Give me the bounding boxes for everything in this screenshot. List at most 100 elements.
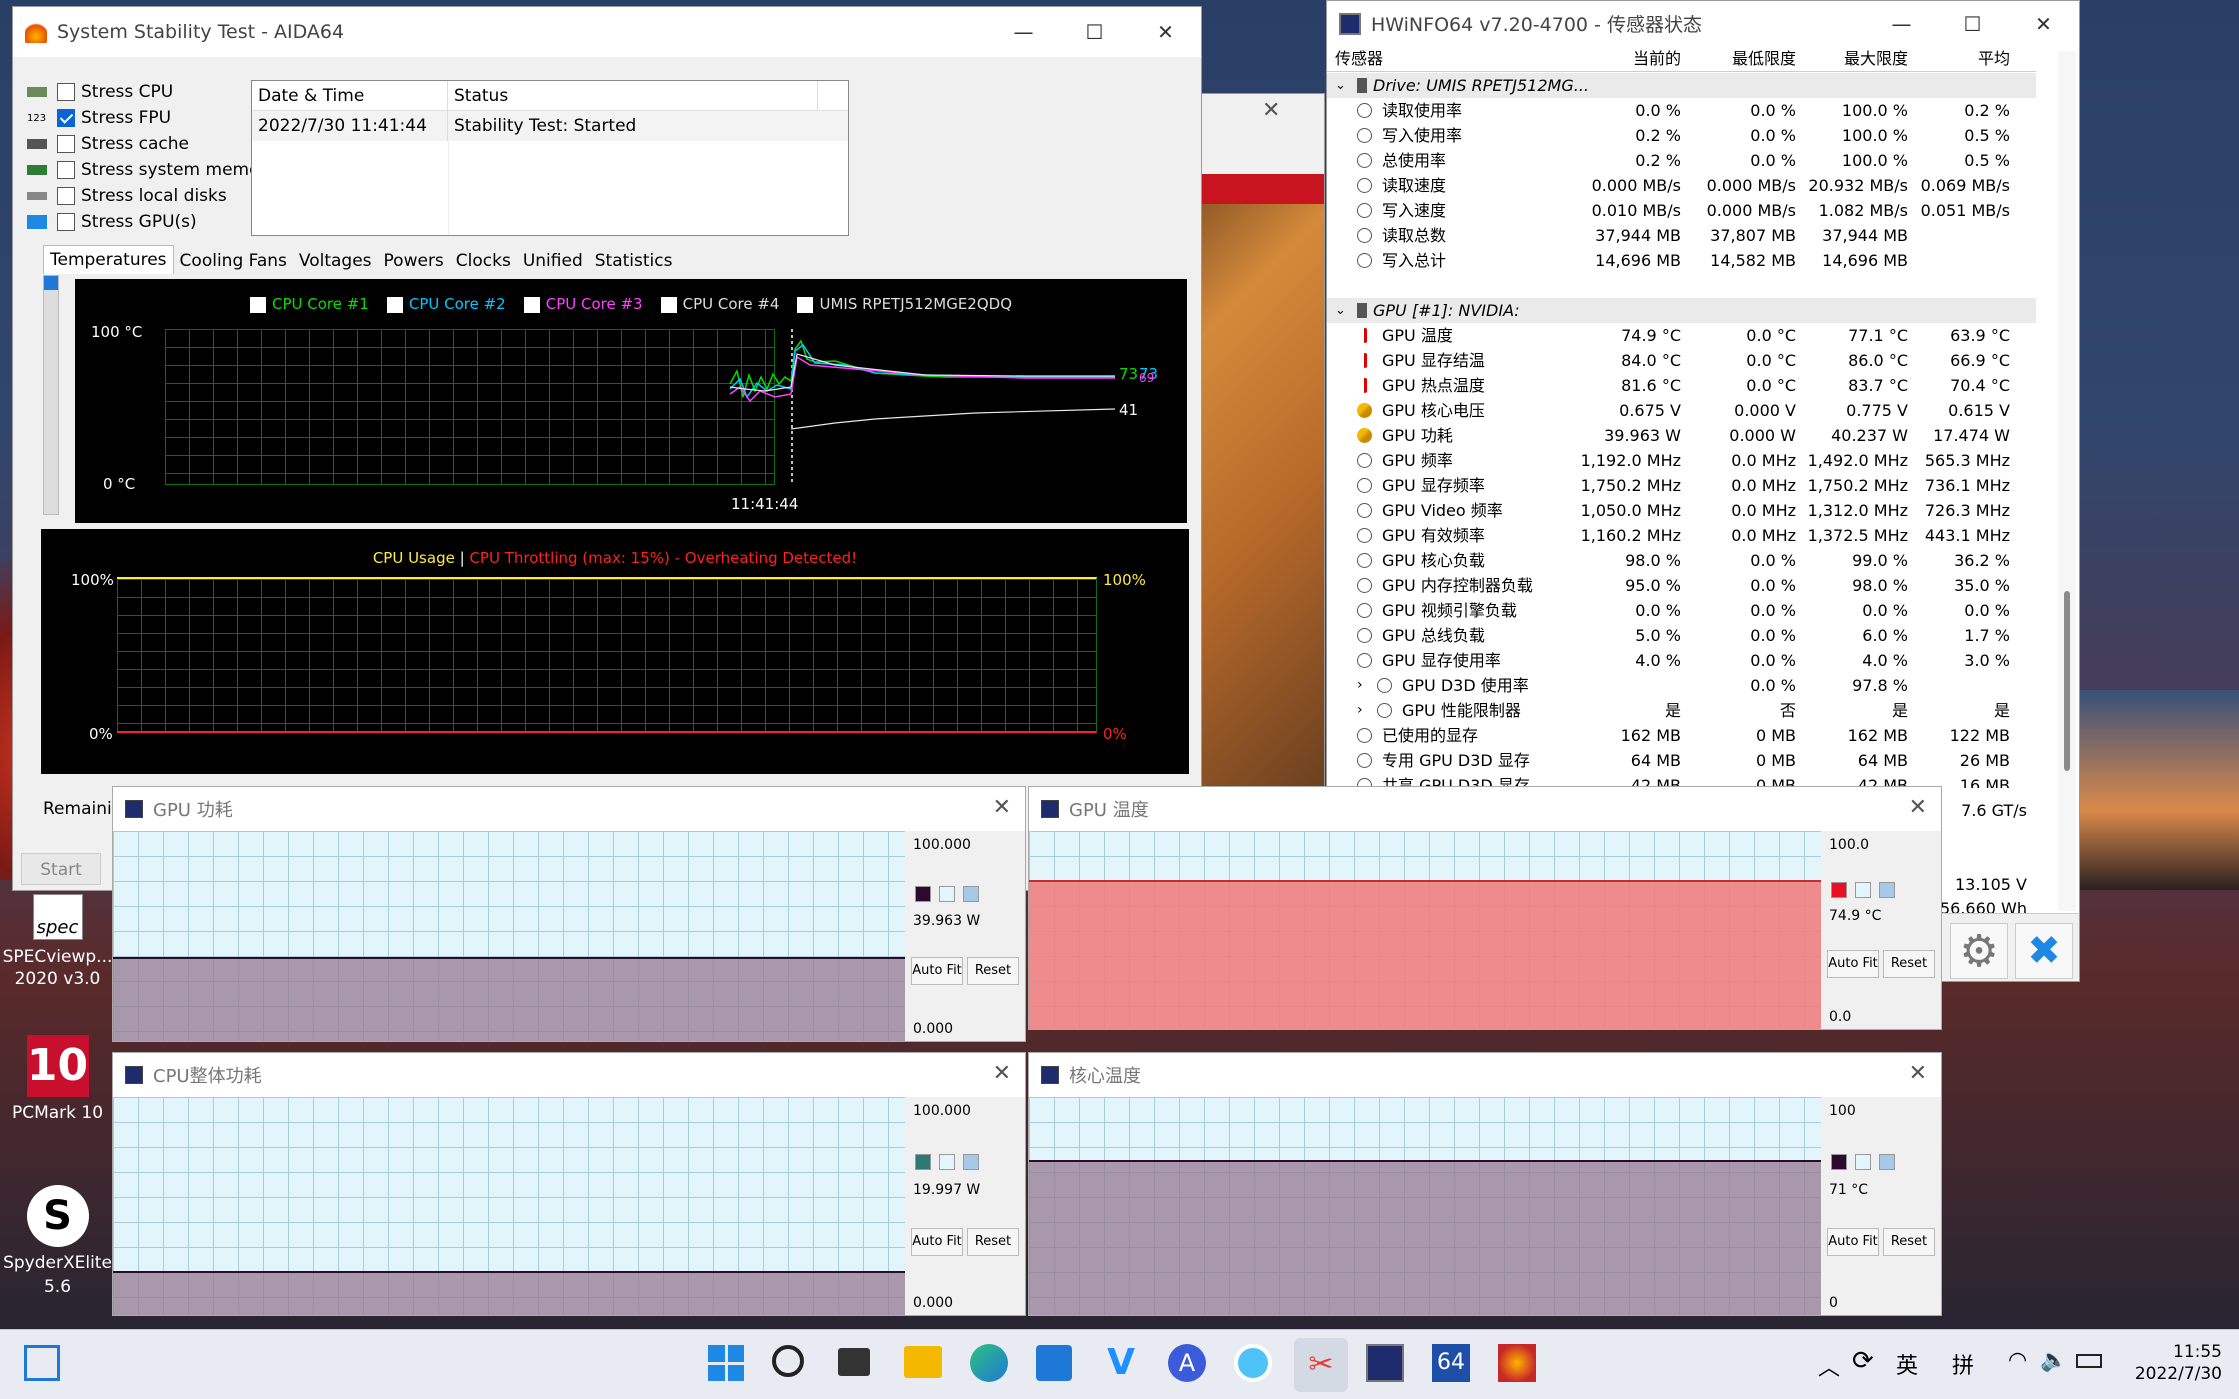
chevron-right-icon[interactable]: › [1357, 673, 1363, 698]
sensor-row[interactable]: GPU 视频引擎负载 0.0 % 0.0 % 0.0 % 0.0 % [1327, 598, 2036, 623]
auto-fit-button[interactable]: Auto Fit [911, 957, 963, 985]
ime-mode[interactable]: 拼 [1952, 1348, 1974, 1380]
sensor-row[interactable]: GPU 显存结温 84.0 °C 0.0 °C 86.0 °C 66.9 °C [1327, 348, 2036, 373]
sensor-row[interactable]: GPU 频率 1,192.0 MHz 0.0 MHz 1,492.0 MHz 565.3… [1327, 448, 2036, 473]
color-swatch[interactable] [939, 886, 955, 902]
sensor-row[interactable]: 读取总数 37,944 MB 37,807 MB 37,944 MB [1327, 223, 2036, 248]
monitor-titlebar[interactable]: GPU 功耗 [113, 787, 1025, 831]
stress-checkbox[interactable] [57, 161, 75, 179]
reset-button[interactable]: Reset [1883, 1228, 1935, 1256]
tab-cooling-fans[interactable]: Cooling Fans [174, 245, 293, 274]
stress-option[interactable]: Stress GPU(s) [27, 209, 262, 235]
auto-fit-button[interactable]: Auto Fit [1827, 1228, 1879, 1256]
tab-temperatures[interactable]: Temperatures [43, 245, 174, 274]
color-swatch[interactable] [1855, 1154, 1871, 1170]
aida64-taskbar-icon[interactable]: 64 [1432, 1344, 1470, 1382]
reset-button[interactable]: Reset [1883, 950, 1935, 978]
tab-unified[interactable]: Unified [517, 245, 589, 274]
sync-icon[interactable]: ⟳ [1852, 1346, 1874, 1376]
tab-clocks[interactable]: Clocks [450, 245, 517, 274]
color-swatch[interactable] [939, 1154, 955, 1170]
col-sensor[interactable]: 传感器 [1335, 46, 1383, 72]
clock[interactable]: 11:55 2022/7/30 [2122, 1341, 2222, 1385]
auto-fit-button[interactable]: Auto Fit [1827, 950, 1879, 978]
monitor-titlebar[interactable]: GPU 温度 [1029, 787, 1941, 831]
col-min[interactable]: 最低限度 [1732, 46, 1796, 72]
stress-checkbox[interactable] [57, 187, 75, 205]
sensor-row[interactable]: GPU 热点温度 81.6 °C 0.0 °C 83.7 °C 70.4 °C [1327, 373, 2036, 398]
sensor-row[interactable]: 写入速度 0.010 MB/s 0.000 MB/s 1.082 MB/s 0.051 … [1327, 198, 2036, 223]
battery-icon[interactable] [2076, 1354, 2102, 1368]
sensor-row[interactable]: GPU 核心负载 98.0 % 0.0 % 99.0 % 36.2 % [1327, 548, 2036, 573]
ime-language[interactable]: 英 [1896, 1348, 1918, 1380]
chevron-down-icon[interactable]: ⌄ [1335, 73, 1346, 98]
stress-checkbox[interactable] [57, 135, 75, 153]
sensor-row[interactable]: 专用 GPU D3D 显存 64 MB 0 MB 64 MB 26 MB [1327, 748, 2036, 773]
tab-powers[interactable]: Powers [378, 245, 450, 274]
stress-option[interactable]: Stress local disks [27, 183, 262, 209]
color-swatch[interactable] [915, 1154, 931, 1170]
hwinfo-scrollbar[interactable] [2058, 51, 2076, 911]
color-swatch[interactable] [963, 886, 979, 902]
exit-button[interactable]: ✖ [2015, 923, 2073, 979]
color-swatch[interactable] [1879, 1154, 1895, 1170]
settings-button[interactable]: ⚙ [1950, 923, 2008, 979]
scrollbar-thumb[interactable] [2064, 591, 2070, 771]
sensor-group[interactable]: ⌄ GPU [#1]: NVIDIA: [1327, 298, 2036, 323]
desktop-icon-pcmark[interactable]: 10 PCMark 10 [0, 1035, 115, 1135]
close-icon[interactable]: ✕ [993, 795, 1011, 820]
stress-checkbox[interactable] [57, 213, 75, 231]
monitor-titlebar[interactable]: CPU整体功耗 [113, 1053, 1025, 1097]
close-button[interactable]: ✕ [2008, 1, 2079, 46]
color-swatch[interactable] [963, 1154, 979, 1170]
wifi-icon[interactable]: ◠ [2008, 1348, 2027, 1373]
close-button[interactable]: ✕ [1130, 7, 1201, 57]
background-window-close-icon[interactable]: ✕ [1262, 98, 1280, 123]
file-explorer-icon[interactable] [904, 1346, 942, 1378]
sensor-row[interactable]: GPU 温度 74.9 °C 0.0 °C 77.1 °C 63.9 °C [1327, 323, 2036, 348]
chevron-right-icon[interactable]: › [1357, 698, 1363, 723]
sensor-row[interactable]: 已使用的显存 162 MB 0 MB 162 MB 122 MB [1327, 723, 2036, 748]
snipping-tool-icon[interactable]: ✂ [1294, 1338, 1348, 1392]
close-icon[interactable]: ✕ [1909, 1061, 1927, 1086]
app-globe-icon[interactable] [1234, 1344, 1272, 1382]
stress-option[interactable]: Stress CPU [27, 79, 262, 105]
start-button[interactable]: Start [21, 853, 101, 885]
sensor-row[interactable]: 写入总计 14,696 MB 14,582 MB 14,696 MB [1327, 248, 2036, 273]
sensor-row[interactable]: GPU 显存使用率 4.0 % 0.0 % 4.0 % 3.0 % [1327, 648, 2036, 673]
sensor-row[interactable]: GPU Video 频率 1,050.0 MHz 0.0 MHz 1,312.0 MH… [1327, 498, 2036, 523]
monitor-titlebar[interactable]: 核心温度 [1029, 1053, 1941, 1097]
col-current[interactable]: 当前的 [1633, 46, 1681, 72]
app-a-icon[interactable]: A [1168, 1344, 1206, 1382]
edge-icon[interactable] [970, 1344, 1008, 1382]
minimize-button[interactable]: — [1866, 1, 1937, 46]
sensor-row[interactable]: 总使用率 0.2 % 0.0 % 100.0 % 0.5 % [1327, 148, 2036, 173]
tab-voltages[interactable]: Voltages [293, 245, 378, 274]
hwinfo-taskbar-icon[interactable] [1366, 1344, 1404, 1382]
sensor-row[interactable]: GPU 内存控制器负载 95.0 % 0.0 % 98.0 % 35.0 % [1327, 573, 2036, 598]
sensor-row[interactable]: 读取速度 0.000 MB/s 0.000 MB/s 20.932 MB/s 0.069… [1327, 173, 2036, 198]
sensor-row[interactable]: GPU 总线负载 5.0 % 0.0 % 6.0 % 1.7 % [1327, 623, 2036, 648]
col-avg[interactable]: 平均 [1978, 46, 2010, 72]
sensor-row[interactable]: › GPU D3D 使用率 0.0 % 97.8 % [1327, 673, 2036, 698]
maximize-button[interactable]: ☐ [1059, 7, 1130, 57]
color-swatch[interactable] [1831, 882, 1847, 898]
desktop-icon-spyderx[interactable]: S SpyderXElite 5.6 [0, 1185, 115, 1305]
minimize-button[interactable]: — [988, 7, 1059, 57]
desktop-icon-specviewperf[interactable]: spec SPECviewp... 2020 v3.0 [0, 890, 115, 1010]
chevron-down-icon[interactable]: ⌄ [1335, 298, 1346, 323]
start-icon[interactable] [708, 1345, 744, 1381]
sensor-row[interactable]: › GPU 性能限制器 是 否 是 是 [1327, 698, 2036, 723]
volume-icon[interactable]: 🔈 [2040, 1348, 2067, 1373]
reset-button[interactable]: Reset [967, 957, 1019, 985]
maximize-button[interactable]: ☐ [1937, 1, 2008, 46]
store-icon[interactable] [1036, 1345, 1072, 1381]
sensor-row[interactable]: GPU 核心电压 0.675 V 0.000 V 0.775 V 0.615 V [1327, 398, 2036, 423]
close-icon[interactable]: ✕ [1909, 795, 1927, 820]
color-swatch[interactable] [1855, 882, 1871, 898]
show-desktop-icon[interactable] [24, 1345, 60, 1381]
task-view-icon[interactable] [838, 1348, 870, 1376]
reset-button[interactable]: Reset [967, 1228, 1019, 1256]
sensor-row[interactable]: GPU 显存频率 1,750.2 MHz 0.0 MHz 1,750.2 MHz 736… [1327, 473, 2036, 498]
app-v-icon[interactable]: V [1102, 1344, 1140, 1382]
